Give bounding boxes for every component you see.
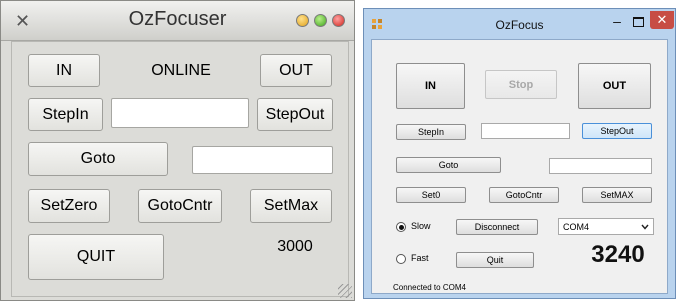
position-readout: 3240	[591, 241, 645, 268]
maximize-button[interactable]	[628, 12, 648, 30]
chevron-down-icon	[641, 224, 649, 230]
quit-button[interactable]: Quit	[456, 252, 534, 268]
close-button[interactable]: ✕	[650, 11, 674, 29]
maximize-button[interactable]	[314, 14, 327, 27]
step-out-button[interactable]: StepOut	[257, 98, 333, 131]
close-button[interactable]	[332, 14, 345, 27]
goto-center-button[interactable]: GotoCntr	[138, 189, 222, 223]
in-button[interactable]: IN	[396, 63, 465, 109]
status-label: ONLINE	[151, 61, 211, 79]
set-max-button[interactable]: SetMax	[250, 189, 332, 223]
resize-grip[interactable]	[338, 284, 352, 298]
goto-button[interactable]: Goto	[28, 142, 168, 176]
step-in-button[interactable]: StepIn	[396, 124, 466, 140]
out-button[interactable]: OUT	[578, 63, 651, 109]
selected-dot	[398, 224, 404, 230]
step-size-input[interactable]	[481, 123, 570, 139]
slow-radio[interactable]	[396, 222, 406, 232]
set-zero-button[interactable]: SetZero	[28, 189, 110, 223]
step-out-button[interactable]: StepOut	[582, 123, 652, 139]
goto-position-input[interactable]	[192, 146, 333, 174]
out-button[interactable]: OUT	[260, 54, 332, 87]
minimize-button[interactable]	[296, 14, 309, 27]
fast-radio[interactable]	[396, 254, 406, 264]
status-text: Connected to COM4	[393, 283, 466, 292]
set-max-button[interactable]: SetMAX	[582, 187, 652, 203]
position-readout: 3000	[277, 238, 313, 255]
goto-position-input[interactable]	[549, 158, 652, 174]
step-in-button[interactable]: StepIn	[28, 98, 103, 131]
title-bar[interactable]: ✕ OzFocuser	[1, 1, 354, 41]
minimize-button[interactable]: –	[607, 12, 627, 30]
set-zero-button[interactable]: Set0	[396, 187, 466, 203]
in-button[interactable]: IN	[28, 54, 100, 87]
ozfocuser-window: ✕ OzFocuser IN ONLINE OUT StepIn StepOut…	[0, 0, 355, 301]
step-size-input[interactable]	[111, 98, 249, 128]
title-bar[interactable]: OzFocus – ✕	[364, 9, 675, 39]
maximize-icon	[632, 17, 644, 27]
fast-label: Fast	[411, 253, 429, 263]
ozfocus-window: OzFocus – ✕ IN Stop OUT StepIn StepOut G…	[363, 8, 676, 299]
port-select[interactable]: COM4	[558, 218, 654, 235]
goto-center-button[interactable]: GotoCntr	[489, 187, 559, 203]
stop-button[interactable]: Stop	[485, 70, 557, 99]
slow-label: Slow	[411, 221, 431, 231]
quit-button[interactable]: QUIT	[28, 234, 164, 280]
disconnect-button[interactable]: Disconnect	[456, 219, 538, 235]
port-value: COM4	[563, 221, 590, 232]
goto-button[interactable]: Goto	[396, 157, 501, 173]
